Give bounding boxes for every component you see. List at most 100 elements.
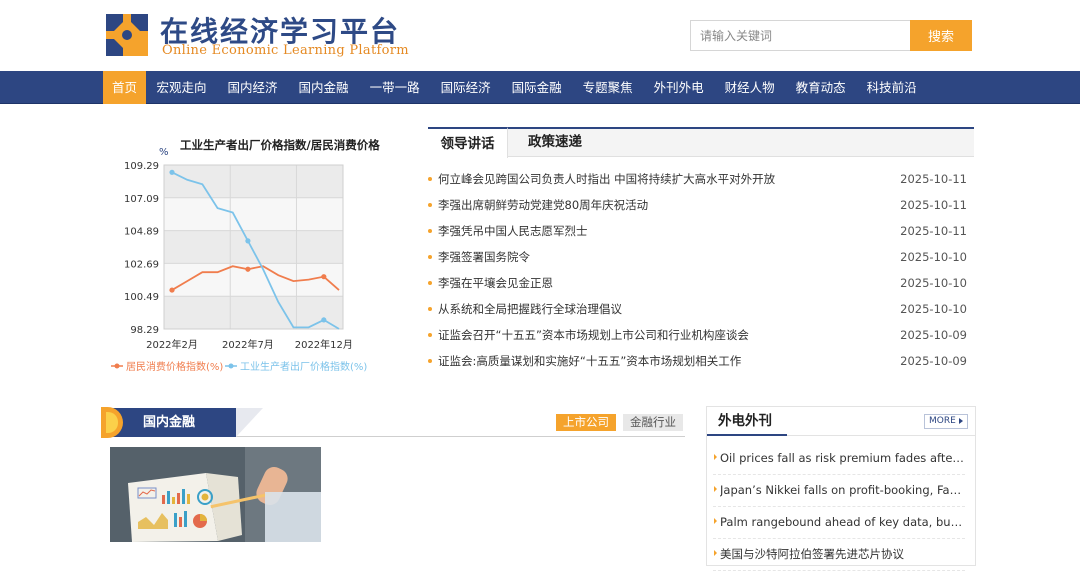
bullet-dot-icon xyxy=(428,333,432,337)
news-date: 2025-10-11 xyxy=(900,172,967,186)
tab-finance-industry[interactable]: 金融行业 xyxy=(623,414,683,431)
news-date: 2025-10-10 xyxy=(900,250,967,264)
news-item[interactable]: 李强凭吊中国人民志愿军烈士 2025-10-11 xyxy=(428,218,974,244)
news-title[interactable]: 证监会召开“十五五”资本市场规划上市公司和行业机构座谈会 xyxy=(438,322,749,348)
finance-list-cut-off xyxy=(110,553,680,567)
tab-policy-express[interactable]: 政策速递 xyxy=(510,127,600,158)
news-title[interactable]: 何立峰会见跨国公司负责人时指出 中国将持续扩大高水平对外开放 xyxy=(438,166,775,192)
bullet-dot-icon xyxy=(428,359,432,363)
nav-item[interactable]: 宏观走向 xyxy=(146,71,217,104)
foreign-press-item[interactable]: Palm rangebound ahead of key data, but s… xyxy=(713,507,965,539)
series-point xyxy=(169,169,175,175)
tab-listed-companies[interactable]: 上市公司 xyxy=(556,414,616,431)
news-item[interactable]: 李强在平壤会见金正恩 2025-10-10 xyxy=(428,270,974,296)
bullet-dot-icon xyxy=(428,281,432,285)
search-button[interactable]: 搜索 xyxy=(910,20,972,51)
nav-item[interactable]: 教育动态 xyxy=(785,71,856,104)
news-item[interactable]: 李强出席朝鲜劳动党建党80周年庆祝活动 2025-10-11 xyxy=(428,192,974,218)
news-date: 2025-10-11 xyxy=(900,198,967,212)
chart-grid-band xyxy=(164,230,343,264)
news-item[interactable]: 证监会:高质量谋划和实施好“十五五”资本市场规划相关工作 2025-10-09 xyxy=(428,348,974,374)
news-item[interactable]: 何立峰会见跨国公司负责人时指出 中国将持续扩大高水平对外开放 2025-10-11 xyxy=(428,166,974,192)
price-index-chart: 109.29 107.09 104.89 102.69 100.49 98.29 工业生产者… xyxy=(103,128,383,383)
foreign-press-list: Oil prices fall as risk premium fades af… xyxy=(707,443,975,571)
news-item[interactable]: 从系统和全局把握践行全球治理倡议 2025-10-10 xyxy=(428,296,974,322)
foreign-press-title[interactable]: Palm rangebound ahead of key data, but s… xyxy=(720,507,965,537)
news-title[interactable]: 李强签署国务院令 xyxy=(438,244,530,270)
foreign-press-panel: 外电外刊 MORE Oil prices fall as risk premiu… xyxy=(706,406,976,571)
foreign-press-item[interactable]: Japan’s Nikkei falls on profit-booking, … xyxy=(713,475,965,507)
bullet-dot-icon xyxy=(428,177,432,181)
y-tick-label: 102.69 xyxy=(124,259,159,270)
nav-item[interactable]: 外刊外电 xyxy=(643,71,714,104)
y-axis-unit: % xyxy=(159,147,169,158)
news-date: 2025-10-10 xyxy=(900,276,967,290)
finance-feature-image[interactable] xyxy=(110,447,321,542)
nav-item[interactable]: 专题聚焦 xyxy=(572,71,643,104)
more-button[interactable]: MORE xyxy=(924,414,968,429)
news-date: 2025-10-09 xyxy=(900,354,967,368)
bullet-dot-icon xyxy=(428,229,432,233)
news-title[interactable]: 证监会:高质量谋划和实施好“十五五”资本市场规划相关工作 xyxy=(438,348,741,374)
x-tick-label: 2022年12月 xyxy=(295,338,353,351)
finance-illustration xyxy=(110,447,321,542)
nav-item[interactable]: 一带一路 xyxy=(359,71,430,104)
triangle-right-icon xyxy=(714,550,717,556)
news-list: 何立峰会见跨国公司负责人时指出 中国将持续扩大高水平对外开放 2025-10-11… xyxy=(428,166,974,374)
main-nav: 首页 宏观走向 国内经济 国内金融 一带一路 国际经济 国际金融 专题聚焦 外刊外电 财经人物 教育… xyxy=(0,71,1080,104)
legend-swatch-dot xyxy=(114,363,120,369)
nav-item[interactable]: 国内经济 xyxy=(217,71,288,104)
news-title[interactable]: 李强在平壤会见金正恩 xyxy=(438,270,553,296)
site-subtitle: Online Economic Learning Platform xyxy=(162,43,409,58)
more-label: MORE xyxy=(929,416,956,426)
nav-item[interactable]: 首页 xyxy=(103,71,147,104)
y-tick-label: 100.49 xyxy=(124,292,159,303)
section-badge: 国内金融 xyxy=(101,407,236,438)
series-point xyxy=(245,266,251,272)
foreign-press-item[interactable]: 美国与沙特阿拉伯签署先进芯片协议 xyxy=(713,539,965,571)
foreign-press-title[interactable]: Japan’s Nikkei falls on profit-booking, … xyxy=(720,475,965,505)
logo-icon[interactable] xyxy=(106,14,148,56)
foreign-press-title[interactable]: 外电外刊 xyxy=(718,407,772,436)
nav-item[interactable]: 科技前沿 xyxy=(856,71,927,104)
news-title[interactable]: 李强凭吊中国人民志愿军烈士 xyxy=(438,218,588,244)
news-date: 2025-10-09 xyxy=(900,328,967,342)
x-tick-label: 2022年2月 xyxy=(146,338,198,351)
legend-label: 工业生产者出厂价格指数(%) xyxy=(240,360,367,373)
bullet-dot-icon xyxy=(428,203,432,207)
foreign-press-title[interactable]: Oil prices fall as risk premium fades af… xyxy=(720,443,965,473)
y-tick-label: 109.29 xyxy=(124,161,159,172)
news-title[interactable]: 从系统和全局把握践行全球治理倡议 xyxy=(438,296,622,322)
chart-grid-band xyxy=(164,197,343,231)
y-tick-label: 107.09 xyxy=(124,194,159,205)
nav-item[interactable]: 国际金融 xyxy=(501,71,572,104)
news-item[interactable]: 李强签署国务院令 2025-10-10 xyxy=(428,244,974,270)
chart-title: 工业生产者出厂价格指数/居民消费价格 xyxy=(180,138,380,152)
x-tick-label: 2022年7月 xyxy=(222,338,274,351)
bullet-dot-icon xyxy=(428,307,432,311)
nav-items: 首页 宏观走向 国内经济 国内金融 一带一路 国际经济 国际金融 专题聚焦 外刊外电 财经人物 教育… xyxy=(103,71,927,104)
legend-swatch-dot xyxy=(228,363,234,369)
nav-item[interactable]: 国内金融 xyxy=(288,71,359,104)
foreign-press-header: 外电外刊 MORE xyxy=(707,407,975,436)
y-tick-label: 104.89 xyxy=(124,227,159,238)
site-header: 在线经济学习平台 Online Economic Learning Platfo… xyxy=(0,0,1080,71)
y-tick-label: 98.29 xyxy=(130,325,159,336)
news-item[interactable]: 证监会召开“十五五”资本市场规划上市公司和行业机构座谈会 2025-10-09 xyxy=(428,322,974,348)
series-point xyxy=(321,274,327,280)
section-badge-tail xyxy=(236,408,263,437)
news-title[interactable]: 李强出席朝鲜劳动党建党80周年庆祝活动 xyxy=(438,192,648,218)
nav-item[interactable]: 国际经济 xyxy=(430,71,501,104)
news-panel: 领导讲话 政策速递 何立峰会见跨国公司负责人时指出 中国将持续扩大高水平对外开放… xyxy=(428,127,974,387)
chart-svg: 109.29 107.09 104.89 102.69 100.49 98.29 工业生产者… xyxy=(111,138,380,373)
foreign-press-item[interactable]: Oil prices fall as risk premium fades af… xyxy=(713,443,965,475)
tab-leader-speeches[interactable]: 领导讲话 xyxy=(428,127,508,158)
foreign-press-title[interactable]: 美国与沙特阿拉伯签署先进芯片协议 xyxy=(720,539,965,569)
nav-item[interactable]: 财经人物 xyxy=(714,71,785,104)
triangle-right-icon xyxy=(714,486,717,492)
domestic-finance-header: 国内金融 上市公司 金融行业 xyxy=(101,407,685,438)
section-title[interactable]: 国内金融 xyxy=(143,408,195,437)
series-point xyxy=(245,238,251,244)
search-input[interactable] xyxy=(690,20,910,51)
series-point xyxy=(321,317,327,323)
